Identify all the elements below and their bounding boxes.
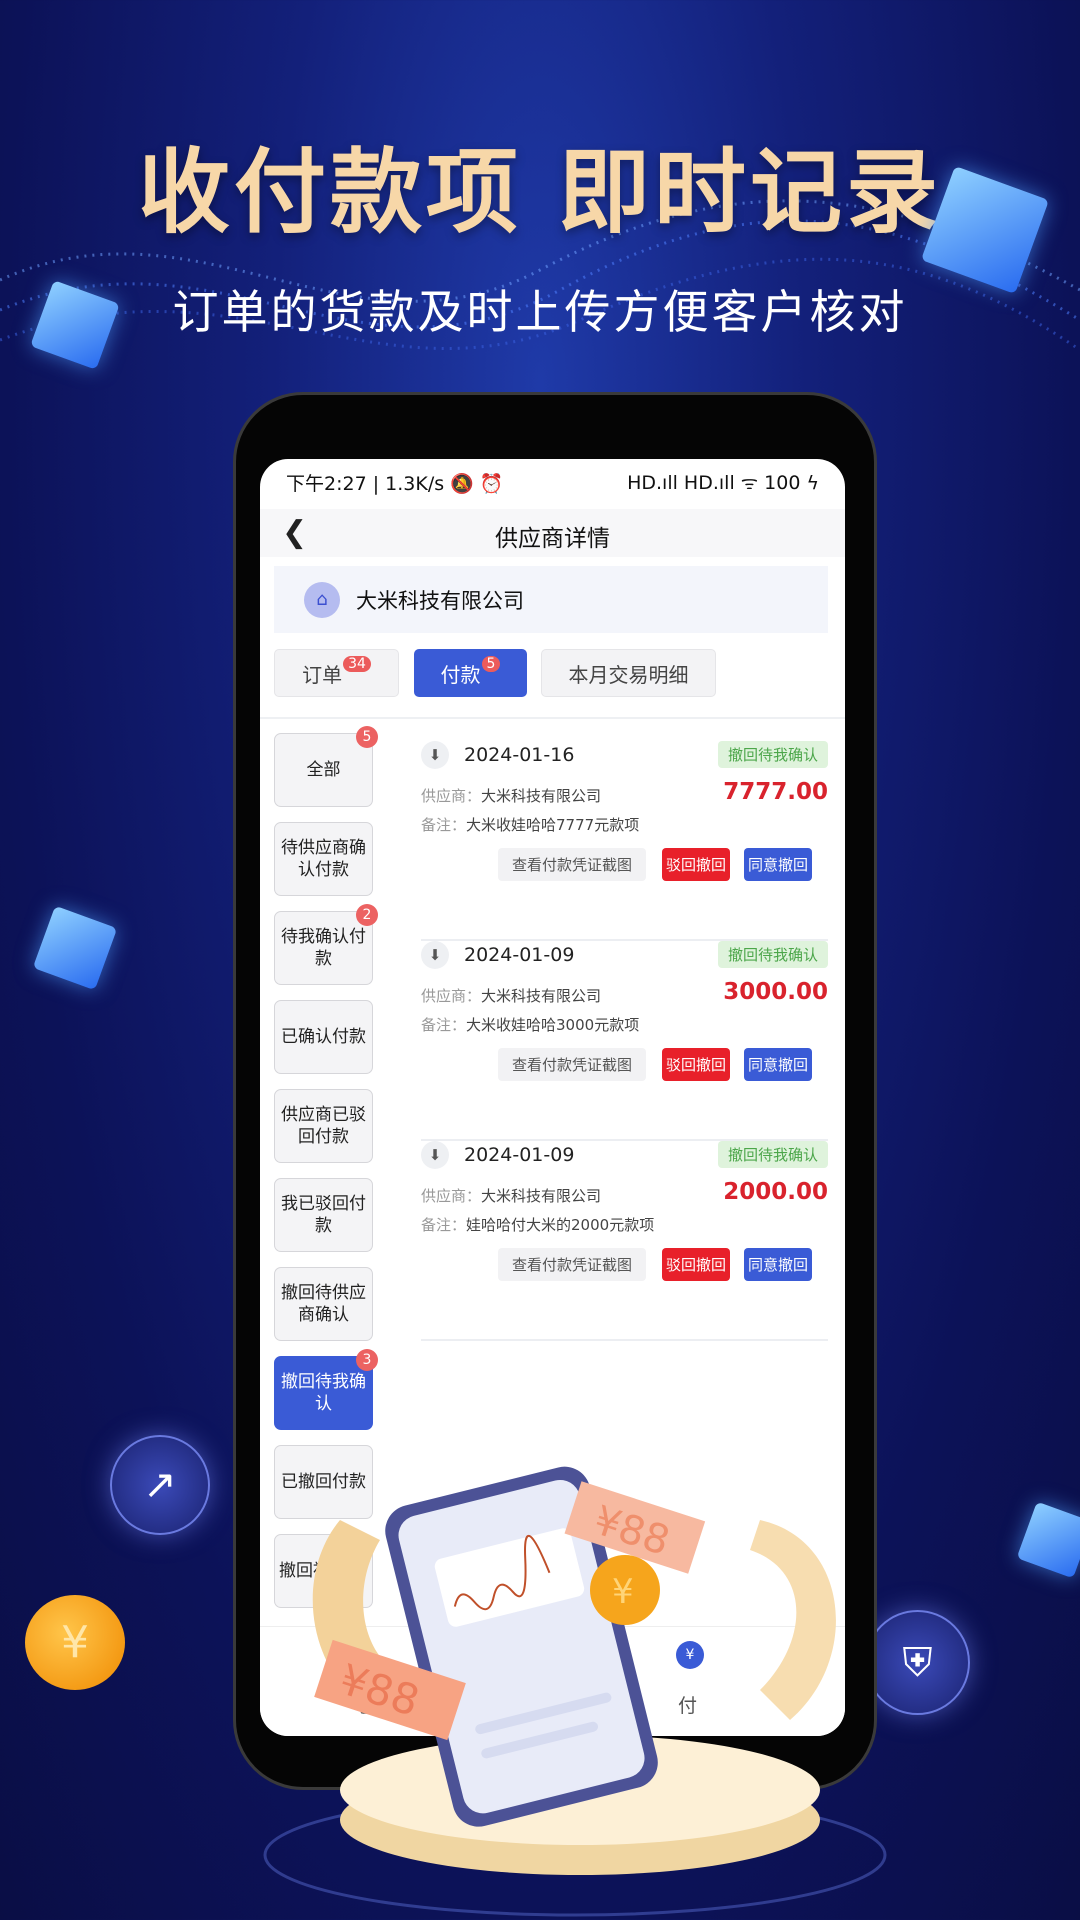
tab-payments[interactable]: 付款 5 — [414, 649, 527, 697]
filter-label: 全部 — [306, 760, 341, 780]
record-note: 备注：大米收娃哈哈3000元款项 — [421, 1014, 639, 1035]
supplier-label: 供应商： — [421, 987, 482, 1005]
nav-bar: ❮ 供应商详情 — [260, 509, 845, 557]
agree-withdraw-button[interactable]: 同意撤回 — [744, 1048, 812, 1081]
record-supplier: 供应商：大米科技有限公司 — [421, 1185, 601, 1206]
note-label: 备注： — [421, 1016, 467, 1034]
record-note: 备注：大米收娃哈哈7777元款项 — [421, 814, 639, 835]
supplier-label: 供应商： — [421, 787, 482, 805]
payment-illustration: ¥88 ¥88 ¥ — [263, 1466, 887, 1917]
payment-record: ⬇ 2024-01-16 撤回待我确认 供应商：大米科技有限公司 7777.00… — [421, 741, 828, 941]
download-arrow-icon: ⬇ — [421, 1141, 449, 1169]
building-icon: ⌂ — [304, 581, 340, 618]
status-left: 下午2:27 | 1.3K/s 🔕 ⏰ — [286, 473, 504, 495]
record-amount: 7777.00 — [723, 779, 828, 805]
tab-orders[interactable]: 订单 34 — [274, 649, 399, 697]
company-name: 大米科技有限公司 — [356, 588, 524, 613]
filter-withdraw-pending-supplier[interactable]: 撤回待供应商确认 — [274, 1267, 373, 1341]
company-card: ⌂ 大米科技有限公司 — [274, 566, 828, 633]
record-supplier: 供应商：大米科技有限公司 — [421, 785, 601, 806]
status-bar: 下午2:27 | 1.3K/s 🔕 ⏰ HD.ıll HD.ıll ᯤ 100 … — [286, 469, 819, 495]
record-date: 2024-01-16 — [464, 744, 575, 766]
view-receipt-button[interactable]: 查看付款凭证截图 — [498, 848, 646, 881]
agree-withdraw-button[interactable]: 同意撤回 — [744, 1248, 812, 1281]
filter-label: 待供应商确认付款 — [281, 838, 366, 880]
view-receipt-button[interactable]: 查看付款凭证截图 — [498, 1048, 646, 1081]
download-arrow-icon: ⬇ — [421, 741, 449, 769]
tab-badge: 34 — [343, 656, 371, 672]
status-badge: 撤回待我确认 — [717, 1141, 828, 1168]
download-arrow-icon: ⬇ — [421, 941, 449, 969]
note-value: 娃哈哈付大米的2000元款项 — [466, 1216, 655, 1234]
status-badge: 撤回待我确认 — [717, 941, 828, 968]
record-date: 2024-01-09 — [464, 944, 575, 966]
cube-decoration — [1016, 1501, 1080, 1579]
reject-withdraw-button[interactable]: 驳回撤回 — [662, 1248, 730, 1281]
note-label: 备注： — [421, 816, 467, 834]
supplier-value: 大米科技有限公司 — [481, 1187, 602, 1205]
ticket-text: ¥88 — [334, 1655, 425, 1726]
tab-badge: 5 — [481, 656, 501, 672]
status-badge: 撤回待我确认 — [717, 741, 828, 768]
agree-withdraw-button[interactable]: 同意撤回 — [744, 848, 812, 881]
filter-i-rejected[interactable]: 我已驳回付款 — [274, 1178, 373, 1252]
record-date: 2024-01-09 — [464, 1144, 575, 1166]
filter-pending-supplier[interactable]: 待供应商确认付款 — [274, 822, 373, 896]
filter-label: 撤回待供应商确认 — [281, 1283, 366, 1325]
coin-icon: ¥ — [25, 1595, 125, 1690]
payment-record: ⬇ 2024-01-09 撤回待我确认 供应商：大米科技有限公司 2000.00… — [421, 1141, 828, 1341]
view-receipt-button[interactable]: 查看付款凭证截图 — [498, 1248, 646, 1281]
filter-label: 我已驳回付款 — [281, 1194, 366, 1236]
note-value: 大米收娃哈哈7777元款项 — [466, 816, 640, 834]
supplier-label: 供应商： — [421, 1187, 482, 1205]
filter-badge: 2 — [356, 904, 378, 926]
record-amount: 2000.00 — [723, 1179, 828, 1205]
reject-withdraw-button[interactable]: 驳回撤回 — [662, 848, 730, 881]
divider — [260, 717, 845, 719]
filter-badge: 3 — [356, 1349, 378, 1371]
filter-label: 供应商已驳回付款 — [281, 1105, 366, 1147]
tab-monthly-details[interactable]: 本月交易明细 — [541, 649, 716, 697]
filter-pending-me[interactable]: 待我确认付款 2 — [274, 904, 378, 985]
record-supplier: 供应商：大米科技有限公司 — [421, 985, 601, 1006]
page-title: 供应商详情 — [495, 526, 610, 552]
supplier-value: 大米科技有限公司 — [481, 987, 602, 1005]
status-right: HD.ıll HD.ıll ᯤ 100 ϟ — [627, 472, 819, 494]
note-value: 大米收娃哈哈3000元款项 — [466, 1016, 640, 1034]
yuan-symbol: ¥ — [612, 1572, 634, 1612]
tab-label: 订单 — [302, 662, 343, 687]
tab-label: 付款 — [440, 662, 481, 687]
note-label: 备注： — [421, 1216, 467, 1234]
payment-record: ⬇ 2024-01-09 撤回待我确认 供应商：大米科技有限公司 3000.00… — [421, 941, 828, 1141]
ribbon-right — [750, 1520, 836, 1720]
promo-headline: 收付款项 即时记录 — [137, 139, 943, 246]
record-note: 备注：娃哈哈付大米的2000元款项 — [421, 1214, 654, 1235]
tab-label: 本月交易明细 — [568, 662, 689, 687]
trend-icon: ↗ — [110, 1435, 210, 1535]
filter-supplier-rejected[interactable]: 供应商已驳回付款 — [274, 1089, 373, 1163]
filter-confirmed[interactable]: 已确认付款 — [274, 1000, 373, 1074]
filter-label: 已确认付款 — [281, 1027, 366, 1047]
filter-all[interactable]: 全部 5 — [274, 726, 378, 807]
filter-badge: 5 — [356, 726, 378, 748]
record-amount: 3000.00 — [723, 979, 828, 1005]
filter-label: 撤回待我确认 — [281, 1372, 366, 1414]
filter-withdraw-pending-me[interactable]: 撤回待我确认 3 — [274, 1349, 378, 1430]
promo-subtitle: 订单的货款及时上传方便客户核对 — [172, 285, 908, 339]
cube-decoration — [32, 905, 118, 991]
supplier-value: 大米科技有限公司 — [481, 787, 602, 805]
reject-withdraw-button[interactable]: 驳回撤回 — [662, 1048, 730, 1081]
filter-label: 待我确认付款 — [281, 927, 366, 969]
